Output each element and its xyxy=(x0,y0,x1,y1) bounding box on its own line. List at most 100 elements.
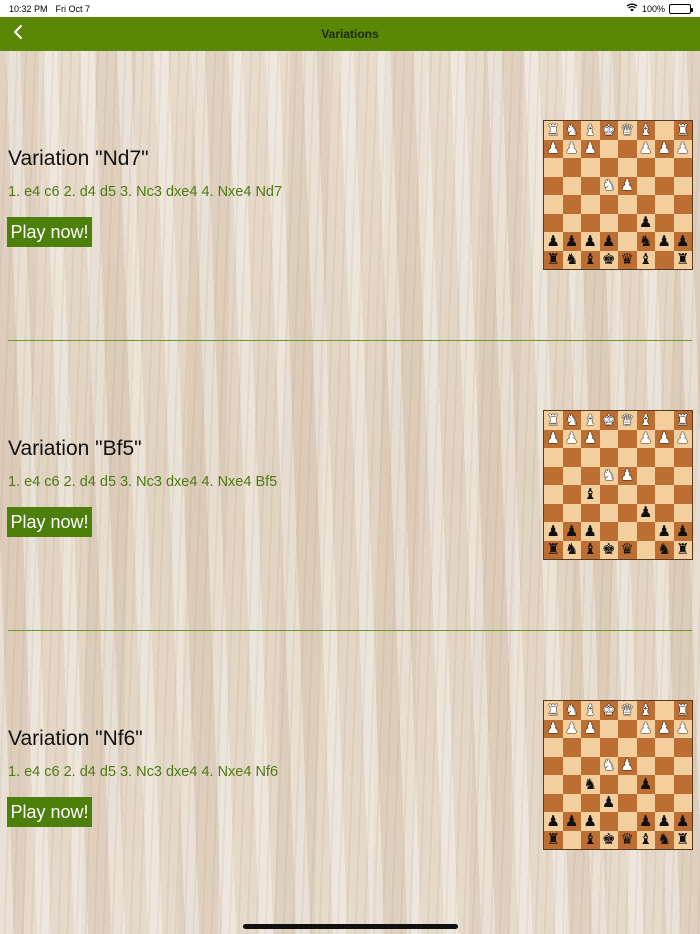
variation-name: Variation "Nf6" xyxy=(8,727,143,750)
black-king-icon: ♚ xyxy=(602,830,616,849)
board-square xyxy=(673,793,692,812)
board-square: ♝ xyxy=(581,830,600,849)
board-square xyxy=(655,775,674,794)
board-square xyxy=(599,738,618,757)
white-rook-icon: ♜ xyxy=(676,410,690,429)
play-now-button[interactable]: Play now! xyxy=(7,797,92,827)
board-square: ♞ xyxy=(562,250,581,269)
black-rook-icon: ♜ xyxy=(676,540,690,559)
board-square xyxy=(636,738,655,757)
play-now-button[interactable]: Play now! xyxy=(7,507,92,537)
board-square: ♟ xyxy=(673,232,692,251)
board-square xyxy=(599,158,618,177)
board-square xyxy=(636,448,655,467)
board-square xyxy=(618,738,637,757)
board-square: ♟ xyxy=(581,522,600,541)
board-square xyxy=(655,121,674,140)
board-square: ♝ xyxy=(636,250,655,269)
board-square: ♟ xyxy=(673,719,692,738)
board-square: ♟ xyxy=(544,719,563,738)
board-square xyxy=(544,176,563,195)
back-button[interactable] xyxy=(6,21,30,47)
board-square xyxy=(636,176,655,195)
board-square: ♟ xyxy=(655,522,674,541)
status-time: 10:32 PM xyxy=(9,3,48,14)
board-square: ♟ xyxy=(562,232,581,251)
white-rook-icon: ♜ xyxy=(546,120,560,139)
board-square: ♟ xyxy=(581,232,600,251)
board-square: ♟ xyxy=(599,793,618,812)
board-square xyxy=(562,195,581,214)
board-square: ♟ xyxy=(562,521,581,541)
board-square: ♝ xyxy=(636,121,655,140)
board-square: ♝ xyxy=(581,485,600,504)
board-square: ♟ xyxy=(636,812,655,831)
black-bishop-icon: ♝ xyxy=(639,250,653,269)
board-square: ♛ xyxy=(618,121,637,140)
board-square: ♟ xyxy=(562,811,581,831)
white-knight-icon: ♞ xyxy=(602,756,616,775)
board-square xyxy=(673,448,692,467)
board-square: ♞ xyxy=(599,176,618,195)
white-knight-icon: ♞ xyxy=(565,410,579,429)
board-square xyxy=(636,793,655,812)
board-square: ♟ xyxy=(544,139,563,158)
board-square xyxy=(562,830,581,849)
chess-board-preview: ♜ ♞ ♝ ♚ ♛ ♝ ♜ ♟ ♟ ♟ ♟ ♟ ♟ ♞ ♟ ♝ ♟ ♟ ♟ ♟ ♟ ♟ ♜ ♞ ♝ ♚ ♛ ♞ ♜ xyxy=(543,410,693,560)
board-square xyxy=(673,158,692,177)
board-square: ♚ xyxy=(599,701,618,720)
black-pawn-icon: ♟ xyxy=(639,774,653,793)
board-square xyxy=(618,775,637,794)
white-pawn-icon: ♟ xyxy=(620,176,634,195)
board-square xyxy=(673,756,692,775)
board-square xyxy=(636,540,655,559)
status-date: Fri Oct 7 xyxy=(55,3,91,14)
board-square xyxy=(636,158,655,177)
black-pawn-icon: ♟ xyxy=(565,521,579,540)
board-square: ♝ xyxy=(636,830,655,849)
white-pawn-icon: ♟ xyxy=(639,139,653,158)
black-pawn-icon: ♟ xyxy=(657,231,671,250)
white-pawn-icon: ♟ xyxy=(657,139,671,158)
board-square: ♟ xyxy=(655,429,674,448)
board-square: ♝ xyxy=(581,411,600,430)
variation-moves: 1. e4 c6 2. d4 d5 3. Nc3 dxe4 4. Nxe4 Nd… xyxy=(8,184,283,200)
black-pawn-icon: ♟ xyxy=(565,811,579,830)
black-king-icon: ♚ xyxy=(602,250,616,269)
board-square xyxy=(581,503,600,522)
board-square: ♞ xyxy=(599,756,618,775)
board-square: ♛ xyxy=(618,411,637,430)
board-square xyxy=(581,176,600,195)
chess-board-preview: ♜ ♞ ♝ ♚ ♛ ♝ ♜ ♟ ♟ ♟ ♟ ♟ ♟ ♞ ♟ ♟ ♟ ♟ ♟ ♟ ♞ ♟ ♟ ♜ ♞ ♝ ♚ ♛ ♝ ♜ xyxy=(543,120,693,270)
board-square xyxy=(655,793,674,812)
board-square xyxy=(599,213,618,232)
board-square xyxy=(562,176,581,195)
board-square: ♞ xyxy=(562,701,581,720)
black-bishop-icon: ♝ xyxy=(583,250,597,269)
white-knight-icon: ♞ xyxy=(602,466,616,485)
board-square xyxy=(544,158,563,177)
black-pawn-icon: ♟ xyxy=(676,811,690,830)
black-knight-icon: ♞ xyxy=(657,540,671,559)
board-square: ♞ xyxy=(599,466,618,485)
board-square: ♟ xyxy=(636,503,655,522)
play-now-button[interactable]: Play now! xyxy=(7,217,92,247)
white-pawn-icon: ♟ xyxy=(657,429,671,448)
board-square xyxy=(599,485,618,504)
chevron-left-icon xyxy=(12,24,24,45)
battery-percent: 100% xyxy=(641,3,665,14)
board-square: ♝ xyxy=(581,250,600,269)
variation-name: Variation "Nd7" xyxy=(8,147,149,170)
board-square: ♜ xyxy=(673,250,692,269)
board-square xyxy=(655,738,674,757)
board-square xyxy=(618,139,637,158)
board-square xyxy=(673,176,692,195)
black-rook-icon: ♜ xyxy=(546,830,560,849)
board-square: ♟ xyxy=(562,429,581,448)
board-square xyxy=(562,775,581,794)
board-square: ♟ xyxy=(544,522,563,541)
board-square xyxy=(599,503,618,522)
variation-card-nd7: Variation "Nd7" 1. e4 c6 2. d4 d5 3. Nc3… xyxy=(0,51,700,341)
board-square xyxy=(655,485,674,504)
board-square xyxy=(562,213,581,232)
